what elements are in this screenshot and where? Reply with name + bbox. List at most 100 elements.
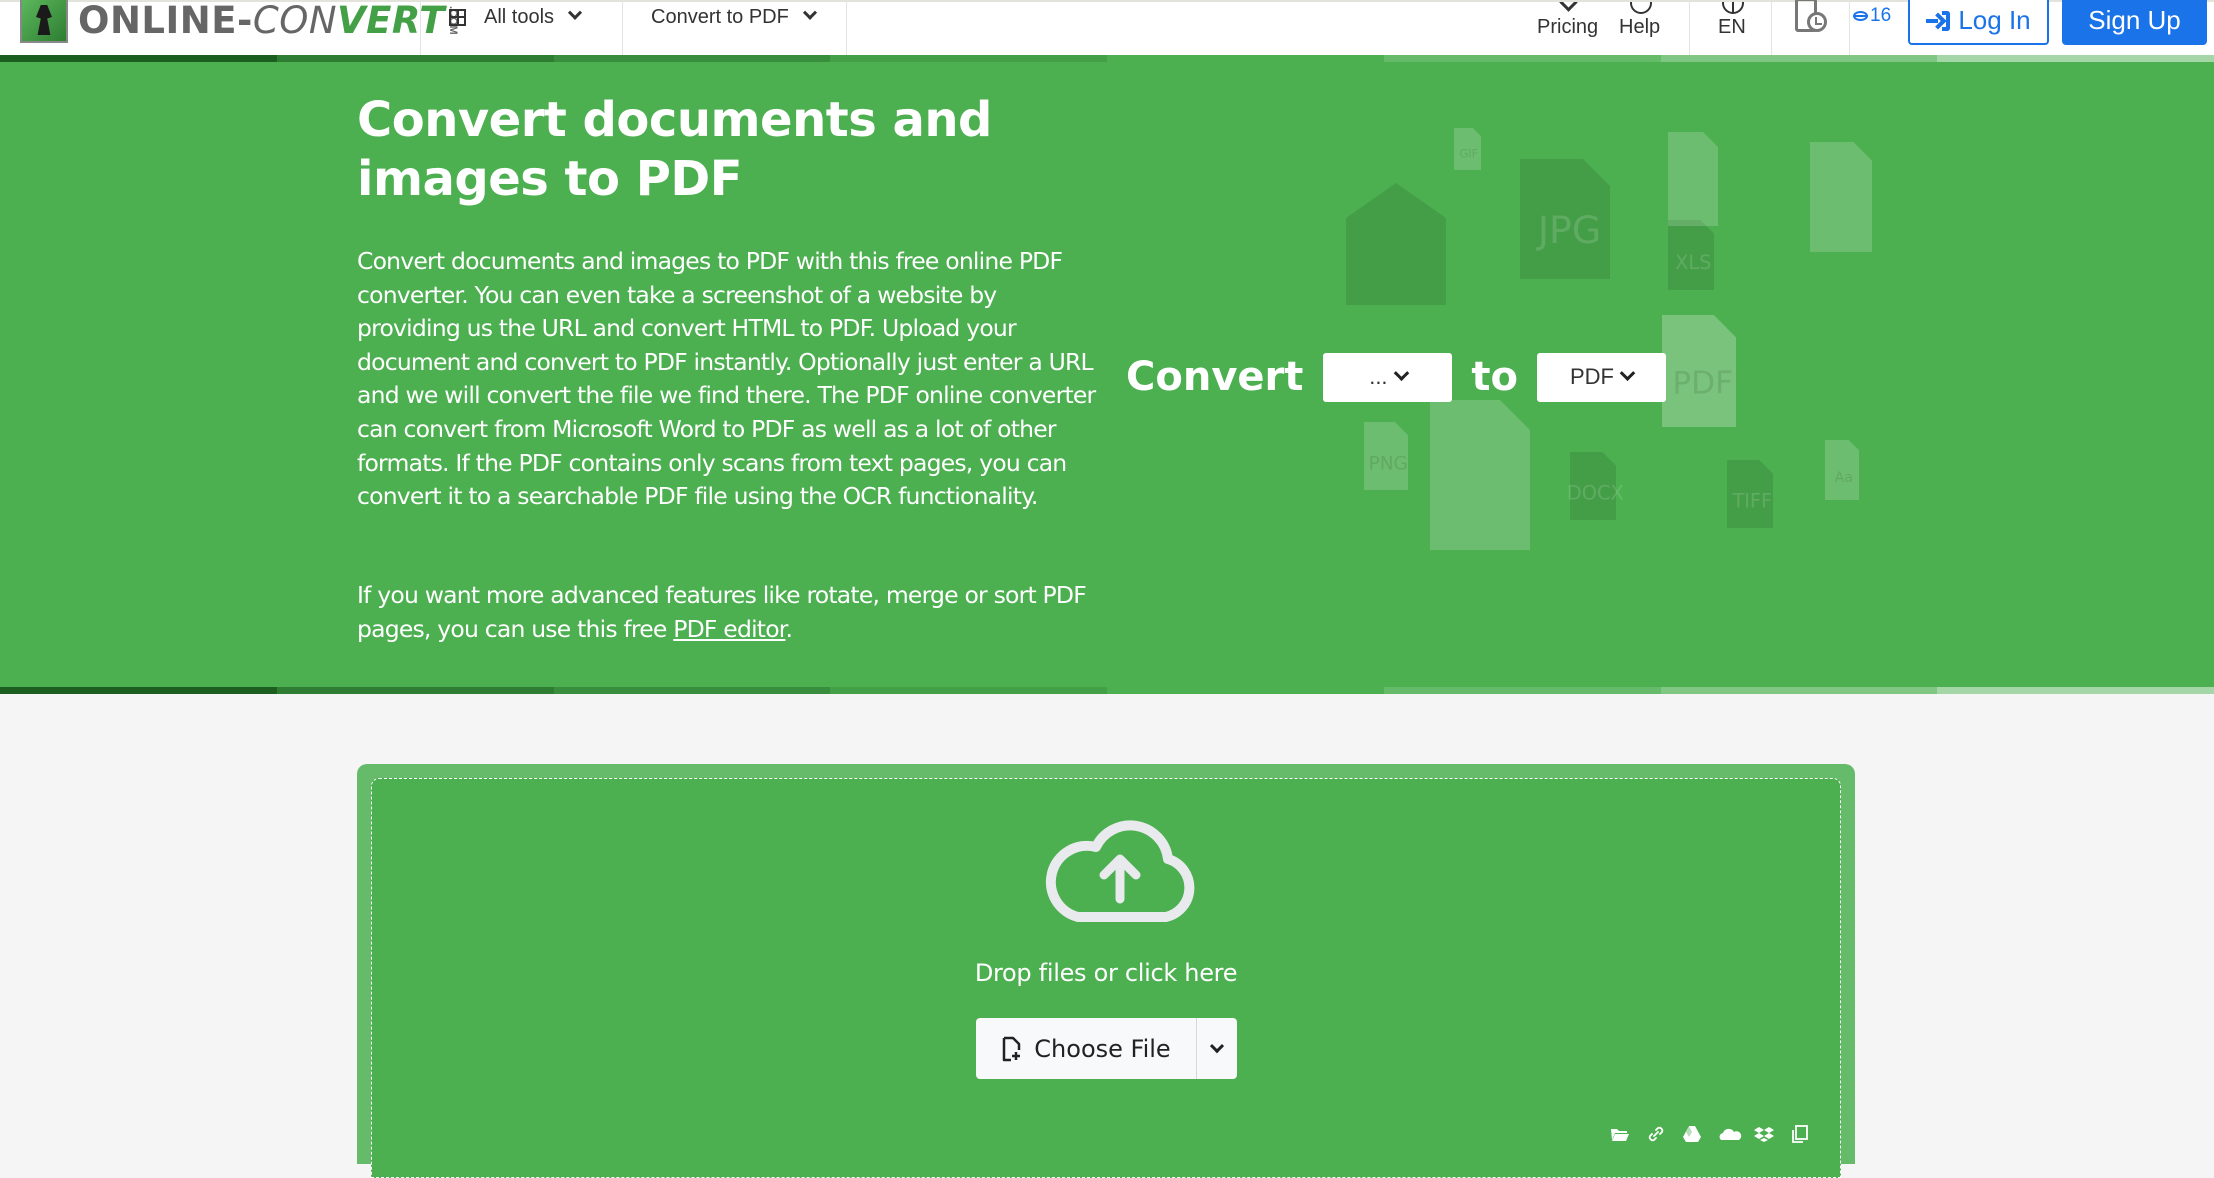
file-icon-label: Aa (1834, 470, 1853, 486)
all-tools-menu[interactable]: All tools (449, 2, 583, 32)
logo-text: ONLINE-CONVERT (78, 0, 445, 42)
help-link[interactable]: Help (1619, 2, 1660, 39)
format-selector-row: Convert ... to PDF (1126, 351, 1666, 403)
advanced-text-end: . (785, 614, 793, 643)
choose-file-dropdown[interactable] (1197, 1018, 1237, 1079)
file-icon (1454, 128, 1481, 170)
credits-count: 16 (1870, 5, 1892, 26)
nav-divider (420, 2, 421, 57)
stripe-segment (830, 55, 1107, 62)
nav-divider (1689, 2, 1690, 57)
hero-section: GIF JPG XLS PDF PNG DOCX TIFF Aa Convert docume… (0, 55, 2214, 687)
chevron-down-icon (1209, 1038, 1225, 1053)
stripe-segment (1383, 55, 1661, 62)
onedrive-icon[interactable] (1718, 1124, 1742, 1144)
upload-source-icons (1610, 1124, 1810, 1144)
history-icon[interactable] (1793, 0, 1827, 38)
cloud-upload-icon (1045, 820, 1195, 922)
file-icon-label: JPG (1536, 208, 1601, 252)
convert-label: Convert (1126, 354, 1304, 400)
choose-file-group: Choose File (976, 1018, 1237, 1079)
help-label: Help (1619, 16, 1661, 38)
stripe-segment (1660, 687, 1938, 694)
nav-divider (622, 2, 623, 57)
file-icon (1825, 440, 1859, 500)
google-drive-icon[interactable] (1682, 1124, 1702, 1144)
signup-label: Sign Up (2088, 5, 2181, 35)
logo-mark-icon (20, 0, 68, 43)
page-title: Convert documents and images to PDF (357, 92, 992, 207)
pdf-editor-link[interactable]: PDF editor (673, 615, 786, 643)
stripe-segment (1937, 55, 2214, 62)
stripe-segment (1107, 55, 1384, 62)
file-icon-label: XLS (1675, 251, 1711, 274)
link-icon[interactable] (1646, 1124, 1666, 1144)
hero-description: Convert documents and images to PDF with… (357, 247, 1096, 511)
hero-stripe (0, 687, 2214, 694)
stripe-segment (1660, 55, 1938, 62)
stripe-segment (276, 55, 554, 62)
site-logo[interactable]: ONLINE-CONVERT .COM (20, 0, 459, 44)
stripe-segment (830, 687, 1107, 694)
file-icon (1430, 400, 1530, 550)
top-navbar: ONLINE-CONVERT .COM All tools Convert to… (0, 0, 2214, 57)
choose-file-label: Choose File (1034, 1034, 1171, 1063)
stripe-segment (0, 55, 277, 62)
choose-file-button[interactable]: Choose File (976, 1018, 1197, 1079)
file-icon-label: GIF (1460, 146, 1479, 160)
login-label: Log In (1958, 5, 2031, 35)
stripe-segment (0, 687, 277, 694)
pricing-icon (1556, 2, 1580, 16)
help-icon (1628, 2, 1652, 16)
folder-icon[interactable] (1610, 1124, 1630, 1144)
language-selector[interactable]: EN (1718, 2, 1746, 39)
file-icon-label: PNG (1369, 454, 1408, 475)
source-format-select[interactable]: ... (1323, 352, 1453, 402)
all-tools-label: All tools (484, 5, 555, 28)
file-icon (1668, 220, 1714, 290)
file-icon (1364, 422, 1408, 490)
signup-button[interactable]: Sign Up (2062, 0, 2207, 45)
stripe-segment (553, 687, 831, 694)
file-icon (1662, 315, 1736, 427)
target-format-value: PDF (1569, 364, 1614, 389)
header-stripe (0, 55, 2214, 62)
stripe-segment (553, 55, 831, 62)
pricing-link[interactable]: Pricing (1537, 2, 1598, 39)
drop-files-text: Drop files or click here (974, 959, 1238, 987)
login-icon (1926, 10, 1951, 31)
file-icon (1668, 132, 1718, 226)
chevron-down-icon (1619, 364, 1636, 381)
chevron-down-icon (802, 5, 817, 20)
pricing-label: Pricing (1537, 16, 1599, 38)
upload-panel: Drop files or click here Choose File (357, 764, 1855, 1178)
stripe-segment (1937, 687, 2214, 694)
nav-divider (1771, 2, 1772, 57)
file-icon (1727, 460, 1773, 528)
grid-icon (449, 8, 466, 26)
source-format-value: ... (1369, 364, 1388, 389)
stripe-segment (1107, 687, 1384, 694)
file-icon (1520, 159, 1610, 279)
nav-divider (1849, 2, 1850, 57)
file-icon-label: PDF (1672, 365, 1733, 401)
convert-menu-label: Convert to PDF (651, 5, 789, 28)
file-plus-icon (1003, 1036, 1021, 1061)
file-icon-label: DOCX (1567, 482, 1624, 505)
globe-icon (1720, 2, 1744, 16)
hero-advanced-text: If you want more advanced features like … (357, 579, 1097, 646)
envelope-icon (1346, 183, 1446, 305)
file-icon (1570, 452, 1616, 520)
login-button[interactable]: Log In (1908, 0, 2049, 45)
dropbox-icon[interactable] (1754, 1124, 1774, 1144)
stripe-segment (1383, 687, 1661, 694)
convert-to-pdf-menu[interactable]: Convert to PDF (651, 2, 817, 32)
coin-icon (1853, 11, 1868, 21)
file-icon-label: TIFF (1731, 490, 1772, 513)
stripe-segment (276, 687, 554, 694)
target-format-select[interactable]: PDF (1536, 352, 1666, 402)
clipboard-icon[interactable] (1790, 1124, 1810, 1144)
language-label: EN (1718, 16, 1746, 38)
file-drop-zone[interactable]: Drop files or click here Choose File (371, 778, 1841, 1178)
credits-counter[interactable]: 16 (1853, 2, 1891, 30)
